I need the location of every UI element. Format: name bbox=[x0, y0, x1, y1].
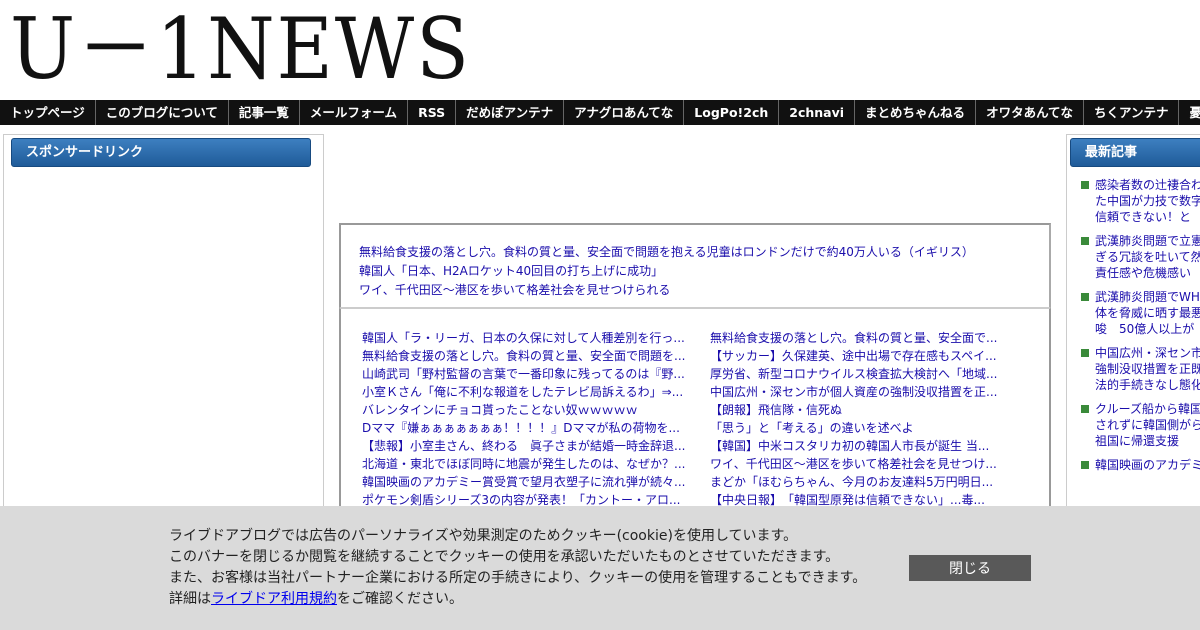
recent-article-item[interactable]: 中国広州・深セン市の強制没収措置を正既に法的手続きなし態化 bbox=[1079, 345, 1200, 393]
bullet-icon bbox=[1081, 237, 1089, 245]
nav-item-top-page[interactable]: トップページ bbox=[0, 100, 96, 125]
nav-item-yuukoku[interactable]: 憂国あんてな bbox=[1179, 100, 1200, 125]
bullet-icon bbox=[1081, 181, 1089, 189]
featured-link[interactable]: ワイ、千代田区～港区を歩いて格差社会を見せつけられる bbox=[359, 281, 1049, 300]
recent-articles-header: 最新記事 bbox=[1070, 138, 1200, 167]
antenna-link[interactable]: 小室Ｋさん「俺に不利な報道をしたテレビ局訴えるわ」⇒... bbox=[362, 383, 692, 401]
antenna-link[interactable]: 山崎武司「野村監督の言葉で一番印象に残ってるのは『野... bbox=[362, 365, 692, 383]
recent-article-title[interactable]: 中国広州・深セン市の強制没収措置を正既に法的手続きなし態化 bbox=[1095, 346, 1200, 392]
cookie-details-suffix: をご確認ください。 bbox=[337, 591, 463, 607]
close-cookie-button[interactable]: 閉じる bbox=[909, 555, 1031, 581]
antenna-link[interactable]: まどか「ほむらちゃん、今月のお友達料5万円明日... bbox=[710, 473, 1040, 491]
nav-item-about[interactable]: このブログについて bbox=[96, 100, 229, 125]
antenna-link[interactable]: 【韓国】中米コスタリカ初の韓国人市長が誕生 当... bbox=[710, 437, 1040, 455]
sponsor-sidebar: スポンサードリンク bbox=[3, 134, 324, 534]
antenna-links-column-2: 無料給食支援の落とし穴。食料の質と量、安全面で... 【サッカー】久保建英、途中… bbox=[710, 329, 1040, 506]
antenna-link[interactable]: 韓国映画のアカデミー賞受賞で望月衣塑子に流れ弾が続々... bbox=[362, 473, 692, 491]
nav-item-article-list[interactable]: 記事一覧 bbox=[229, 100, 300, 125]
recent-article-item[interactable]: 韓国映画のアカデミー bbox=[1079, 457, 1200, 473]
featured-link[interactable]: 無料給食支援の落とし穴。食料の質と量、安全面で問題を抱える児童はロンドンだけで約… bbox=[359, 243, 1049, 262]
recent-article-title[interactable]: 武漢肺炎問題でWHO体を脅威に晒す最悪示唆 50億人以上が bbox=[1095, 290, 1200, 336]
antenna-link[interactable]: 【朗報】飛信隊・信死ぬ bbox=[710, 401, 1040, 419]
antenna-link[interactable]: 【悲報】小室圭さん、終わる 眞子さまが結婚一時金辞退... bbox=[362, 437, 692, 455]
nav-item-anaguro[interactable]: アナグロあんてな bbox=[564, 100, 685, 125]
nav-item-owata[interactable]: オワタあんてな bbox=[976, 100, 1084, 125]
antenna-link[interactable]: 【サッカー】久保建英、途中出場で存在感もスペイ... bbox=[710, 347, 1040, 365]
recent-article-title[interactable]: 武漢肺炎問題で立憲すぎる冗談を吐いて然 責任感や危機感い bbox=[1095, 234, 1200, 280]
bullet-icon bbox=[1081, 461, 1089, 469]
recent-article-title[interactable]: 韓国映画のアカデミー bbox=[1095, 458, 1200, 472]
featured-link[interactable]: 韓国人「日本、H2Aロケット40回目の打ち上げに成功」 bbox=[359, 262, 1049, 281]
antenna-link[interactable]: 厚労省、新型コロナウイルス検査拡大検討へ「地域... bbox=[710, 365, 1040, 383]
cookie-line: また、お客様は当社パートナー企業における所定の手続きにより、クッキーの使用を管理… bbox=[169, 570, 867, 586]
antenna-links-box: 韓国人「ラ・リーガ、日本の久保に対して人種差別を行っ... 無料給食支援の落とし… bbox=[339, 308, 1051, 508]
nav-item-chiku[interactable]: ちくアンテナ bbox=[1084, 100, 1180, 125]
nav-item-rss[interactable]: RSS bbox=[408, 100, 457, 125]
antenna-link[interactable]: 無料給食支援の落とし穴。食料の質と量、安全面で問題を... bbox=[362, 347, 692, 365]
site-logo[interactable]: U－1NEWS bbox=[10, 6, 471, 92]
antenna-link[interactable]: Dママ『嫌ぁぁぁぁぁぁぁ！！！！』Dママが私の荷物を... bbox=[362, 419, 692, 437]
nav-item-matome[interactable]: まとめちゃんねる bbox=[855, 100, 977, 125]
bullet-icon bbox=[1081, 293, 1089, 301]
antenna-link[interactable]: 中国広州・深セン市が個人資産の強制没収措置を正... bbox=[710, 383, 1040, 401]
nav-item-logpo[interactable]: LogPo!2ch bbox=[684, 100, 780, 125]
cookie-line: 詳細はライブドア利用規約をご確認ください。 bbox=[169, 589, 889, 610]
bullet-icon bbox=[1081, 405, 1089, 413]
cookie-banner: ライブドアブログでは広告のパーソナライズや効果測定のためクッキー(cookie)… bbox=[0, 506, 1200, 630]
recent-article-item[interactable]: クルーズ船から韓国許されずに韓国側がら 祖国に帰還支援 bbox=[1079, 401, 1200, 449]
recent-article-title[interactable]: クルーズ船から韓国許されずに韓国側がら 祖国に帰還支援 bbox=[1095, 402, 1200, 448]
terms-of-use-link[interactable]: ライブドア利用規約 bbox=[211, 591, 337, 607]
nav-item-mail-form[interactable]: メールフォーム bbox=[300, 100, 409, 125]
nav-item-2chnavi[interactable]: 2chnavi bbox=[779, 100, 856, 125]
cookie-line: このバナーを閉じるか閲覧を継続することでクッキーの使用を承認いただいたものとさせ… bbox=[169, 549, 840, 565]
antenna-link[interactable]: 無料給食支援の落とし穴。食料の質と量、安全面で... bbox=[710, 329, 1040, 347]
featured-links-box: 無料給食支援の落とし穴。食料の質と量、安全面で問題を抱える児童はロンドンだけで約… bbox=[339, 223, 1051, 308]
recent-article-item[interactable]: 武漢肺炎問題でWHO体を脅威に晒す最悪示唆 50億人以上が bbox=[1079, 289, 1200, 337]
cookie-notice-text: ライブドアブログでは広告のパーソナライズや効果測定のためクッキー(cookie)… bbox=[169, 526, 889, 610]
antenna-link[interactable]: 「思う」と「考える」の違いを述べよ bbox=[710, 419, 1040, 437]
sponsor-header: スポンサードリンク bbox=[11, 138, 311, 167]
antenna-link[interactable]: バレンタインにチョコ貰ったことない奴ｗｗｗｗｗ bbox=[362, 401, 692, 419]
cookie-line: ライブドアブログでは広告のパーソナライズや効果測定のためクッキー(cookie)… bbox=[169, 528, 798, 544]
bullet-icon bbox=[1081, 349, 1089, 357]
main-nav: トップページ このブログについて 記事一覧 メールフォーム RSS だめぽアンテ… bbox=[0, 100, 1200, 125]
recent-article-item[interactable]: 感染者数の辻褄合わせた中国が力技で数字然信頼できない！と bbox=[1079, 177, 1200, 225]
recent-articles-sidebar: 最新記事 感染者数の辻褄合わせた中国が力技で数字然信頼できない！と 武漢肺炎問題… bbox=[1066, 134, 1200, 534]
antenna-link[interactable]: 北海道・東北でほぼ同時に地震が発生したのは、なぜか？... bbox=[362, 455, 692, 473]
cookie-details-prefix: 詳細は bbox=[169, 591, 211, 607]
antenna-links-column-1: 韓国人「ラ・リーガ、日本の久保に対して人種差別を行っ... 無料給食支援の落とし… bbox=[362, 329, 692, 506]
antenna-link[interactable]: ワイ、千代田区～港区を歩いて格差社会を見せつけ... bbox=[710, 455, 1040, 473]
recent-article-item[interactable]: 武漢肺炎問題で立憲すぎる冗談を吐いて然 責任感や危機感い bbox=[1079, 233, 1200, 281]
recent-article-title[interactable]: 感染者数の辻褄合わせた中国が力技で数字然信頼できない！と bbox=[1095, 178, 1200, 224]
recent-articles-list: 感染者数の辻褄合わせた中国が力技で数字然信頼できない！と 武漢肺炎問題で立憲すぎ… bbox=[1079, 177, 1200, 481]
nav-item-damepo[interactable]: だめぽアンテナ bbox=[456, 100, 565, 125]
antenna-link[interactable]: 韓国人「ラ・リーガ、日本の久保に対して人種差別を行っ... bbox=[362, 329, 692, 347]
